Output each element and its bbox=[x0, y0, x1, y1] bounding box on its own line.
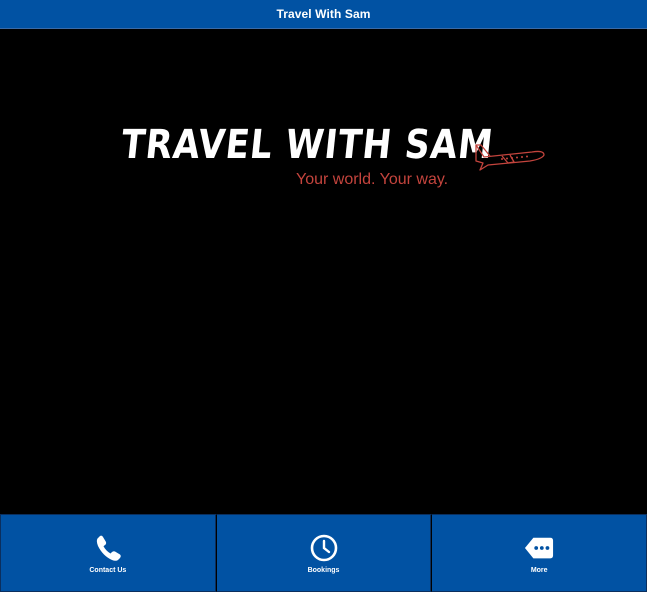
tab-more[interactable]: More bbox=[431, 514, 647, 592]
main-content: TRAVEL WITH SAM Your world. Your way. bbox=[0, 29, 647, 514]
clock-icon bbox=[310, 534, 337, 561]
logo-tagline: Your world. Your way. bbox=[296, 171, 449, 188]
more-icon bbox=[525, 537, 554, 558]
tab-label: More bbox=[530, 566, 548, 574]
header-bar: Travel With Sam bbox=[0, 0, 647, 29]
tab-label: Bookings bbox=[307, 566, 340, 574]
page-title: Travel With Sam bbox=[276, 7, 371, 21]
tab-contact-us[interactable]: Contact Us bbox=[0, 514, 216, 592]
airplane-icon bbox=[475, 144, 545, 171]
bottom-tab-bar: Contact Us Bookings More bbox=[0, 514, 647, 592]
phone-icon bbox=[96, 535, 121, 561]
logo-title: TRAVEL WITH SAM bbox=[119, 122, 496, 168]
tab-bookings[interactable]: Bookings bbox=[215, 514, 432, 592]
app-window: Travel With Sam TRAVEL WITH SAM Your wor… bbox=[0, 0, 647, 592]
tab-label: Contact Us bbox=[89, 566, 127, 574]
logo: TRAVEL WITH SAM Your world. Your way. bbox=[118, 121, 558, 201]
